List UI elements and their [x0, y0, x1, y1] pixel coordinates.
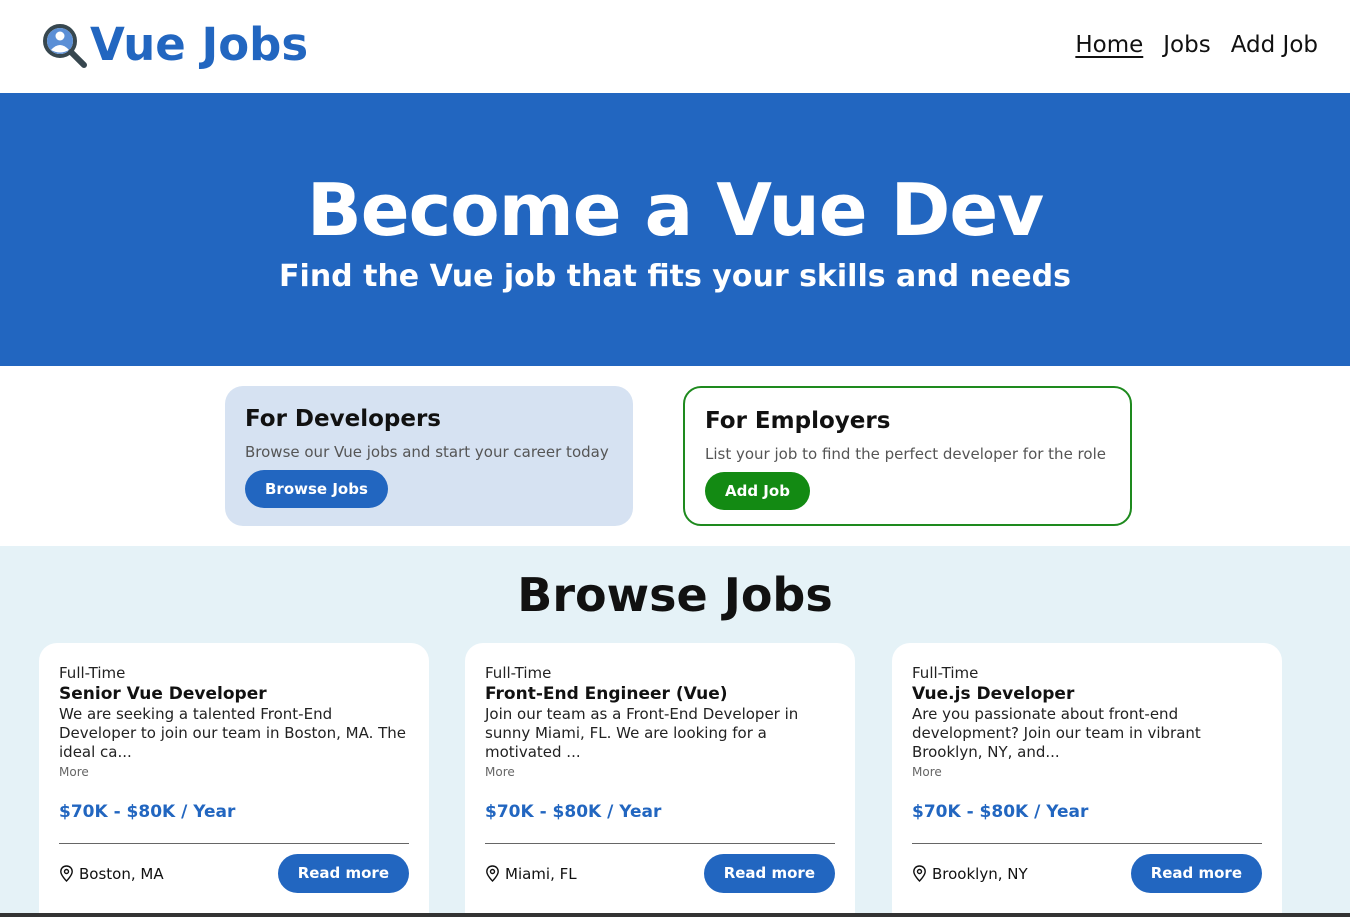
job-location: Boston, MA — [59, 865, 164, 883]
job-location: Brooklyn, NY — [912, 865, 1028, 883]
job-divider — [912, 843, 1262, 844]
hero-section: Become a Vue Dev Find the Vue job that f… — [0, 93, 1350, 366]
brand-logo[interactable]: Vue Jobs — [40, 20, 308, 70]
developers-card: For Developers Browse our Vue jobs and s… — [225, 386, 633, 526]
job-type: Full-Time — [59, 664, 126, 682]
job-salary: $70K - $80K / Year — [912, 802, 1089, 822]
job-description: We are seeking a talented Front-End Deve… — [59, 705, 407, 761]
employers-card-title: For Employers — [705, 408, 891, 434]
main-nav: Home Jobs Add Job — [1075, 30, 1318, 60]
job-divider — [59, 843, 409, 844]
developers-card-description: Browse our Vue jobs and start your caree… — [245, 443, 609, 461]
job-location-text: Brooklyn, NY — [932, 864, 1028, 883]
job-location-text: Boston, MA — [79, 864, 164, 883]
job-card: Full-Time Front-End Engineer (Vue) Join … — [465, 643, 855, 917]
map-pin-icon — [486, 865, 499, 882]
job-card: Full-Time Vue.js Developer Are you passi… — [892, 643, 1282, 917]
window-bottom-edge — [0, 913, 1350, 917]
read-more-button[interactable]: Read more — [277, 854, 409, 893]
nav-home[interactable]: Home — [1075, 30, 1143, 60]
top-navbar: Vue Jobs Home Jobs Add Job — [0, 0, 1350, 93]
job-title: Vue.js Developer — [912, 684, 1075, 704]
job-title: Front-End Engineer (Vue) — [485, 684, 728, 704]
nav-add-job[interactable]: Add Job — [1231, 30, 1318, 60]
job-salary: $70K - $80K / Year — [485, 802, 662, 822]
employers-card: For Employers List your job to find the … — [683, 386, 1132, 526]
map-pin-icon — [913, 865, 926, 882]
job-description: Are you passionate about front-end devel… — [912, 705, 1201, 761]
job-card: Full-Time Senior Vue Developer We are se… — [39, 643, 429, 917]
job-more-link[interactable]: More — [59, 763, 409, 781]
job-type: Full-Time — [912, 664, 979, 682]
add-job-button[interactable]: Add Job — [705, 472, 810, 510]
job-more-link[interactable]: More — [912, 763, 1262, 781]
job-footer: Brooklyn, NY Read more — [912, 854, 1262, 893]
employers-card-description: List your job to find the perfect develo… — [705, 445, 1106, 463]
job-type: Full-Time — [485, 664, 552, 682]
hero-title: Become a Vue Dev — [306, 168, 1044, 252]
job-divider — [485, 843, 835, 844]
browse-jobs-title: Browse Jobs — [517, 568, 833, 622]
job-more-link[interactable]: More — [485, 763, 835, 781]
job-location: Miami, FL — [485, 865, 577, 883]
browse-jobs-button[interactable]: Browse Jobs — [245, 470, 388, 508]
read-more-button[interactable]: Read more — [1130, 854, 1262, 893]
brand-name: Vue Jobs — [90, 18, 309, 71]
job-title: Senior Vue Developer — [59, 684, 267, 704]
nav-jobs[interactable]: Jobs — [1163, 30, 1210, 60]
job-footer: Boston, MA Read more — [59, 854, 409, 893]
browse-jobs-section: Browse Jobs Full-Time Senior Vue Develop… — [0, 546, 1350, 917]
job-salary: $70K - $80K / Year — [59, 802, 236, 822]
job-location-text: Miami, FL — [505, 864, 577, 883]
job-footer: Miami, FL Read more — [485, 854, 835, 893]
hero-subtitle: Find the Vue job that fits your skills a… — [279, 259, 1071, 294]
read-more-button[interactable]: Read more — [703, 854, 835, 893]
search-person-icon — [43, 24, 87, 68]
map-pin-icon — [60, 865, 73, 882]
job-description: Join our team as a Front-End Developer i… — [485, 705, 799, 761]
developers-card-title: For Developers — [245, 406, 441, 432]
